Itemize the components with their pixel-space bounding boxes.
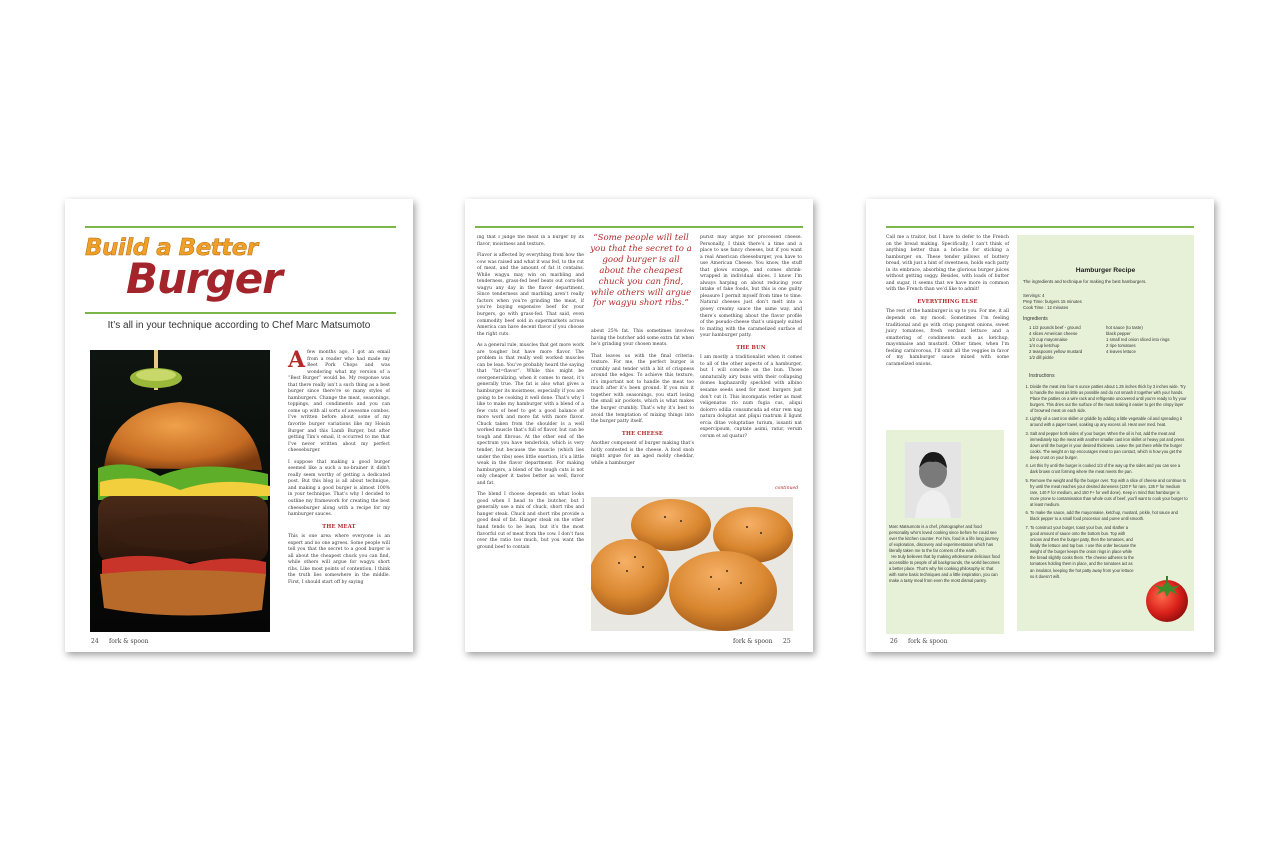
instruction-step: To make the sauce, add the mayonnaise, k… <box>1030 510 1188 522</box>
paragraph-3: This is one area where everyone is an ex… <box>288 534 390 585</box>
para: ing that I judge the meat in a burger by… <box>477 235 584 247</box>
ingredient: 4 leaves lettuce <box>1106 348 1136 354</box>
tomato-illustration <box>1146 576 1188 622</box>
column-a: Call me a traitor, but I have to defer t… <box>886 235 1009 373</box>
footer-magazine-name: fork & spoon <box>109 638 149 645</box>
footer-magazine-name: fork & spoon <box>733 638 773 645</box>
page-number: 24 <box>91 638 99 645</box>
bio-paragraph-1: Marc Matsumoto is a chef, photographer a… <box>889 524 999 553</box>
bio-text: Marc Matsumoto is a chef, photographer a… <box>889 524 1001 584</box>
green-rule-title <box>85 312 396 314</box>
drop-cap: A <box>288 347 306 373</box>
column-b: about 25% fat. This sometimes involves h… <box>591 329 694 472</box>
paragraph-2: I suppose that making a good burger seem… <box>288 459 390 518</box>
instruction-step: Remove the weight and flip the burger ov… <box>1030 478 1188 509</box>
recipe-title: Hamburger Recipe <box>1075 267 1136 274</box>
recipe-meta: Servings: 4 Prep Time: burgers 15 minute… <box>1017 284 1194 311</box>
heading-the-cheese: THE CHEESE <box>621 430 664 437</box>
green-rule-top <box>886 226 1194 228</box>
article-subtitle: It’s all in your technique according to … <box>107 320 371 331</box>
ingredients-heading: Ingredients <box>1023 316 1048 323</box>
ingredients-left: 1 1/2 pounds beef - ground 4 slices Amer… <box>1023 325 1103 361</box>
page-number: 26 <box>890 638 898 645</box>
continued-label: continued <box>775 486 799 491</box>
para: That leaves us with the final criteria: … <box>591 353 694 425</box>
column-1: Afew months ago, I got an email from a r… <box>288 347 390 592</box>
page-number: 25 <box>783 638 791 645</box>
author-bio-box: Marc Matsumoto is a chef, photographer a… <box>886 430 1004 634</box>
para: The blend I choose depends on what looks… <box>477 492 584 550</box>
para: As a general rule, muscles that get more… <box>477 343 584 486</box>
buns-photo <box>591 497 793 631</box>
green-rule-top <box>475 226 803 228</box>
ingredient: 1/2 dill pickle <box>1029 354 1054 360</box>
instruction-step: Let this fry until the burger is cooked … <box>1030 463 1188 475</box>
para: Another component of burger making that’… <box>591 441 694 466</box>
burger-photo <box>90 350 270 632</box>
ingredients-list: 1 1/2 pounds beef - ground 4 slices Amer… <box>1017 325 1194 361</box>
heading-the-meat: THE MEAT <box>322 523 356 530</box>
para: The rest of the hamburger is up to you. … <box>886 309 1009 367</box>
author-photo <box>905 442 961 518</box>
instructions-list: Divide the meat into four 6 ounce pattie… <box>1017 384 1194 580</box>
instruction-step: To construct your burger, toast your bun… <box>1030 525 1188 580</box>
pull-quote: “Some people will tell you that the secr… <box>590 233 692 309</box>
recipe-box: Hamburger Recipe The ingredients and tec… <box>1017 235 1194 631</box>
ingredients-right: hot sauce (to taste) black pepper 1 smal… <box>1106 325 1188 361</box>
heading-everything-else: EVERYTHING ELSE <box>917 298 978 305</box>
magazine-page-26: Call me a traitor, but I have to defer t… <box>866 199 1214 652</box>
magazine-page-24: Build a Better Burger It’s all in your t… <box>65 199 413 652</box>
instruction-step: Lightly oil a cast iron skillet or gridd… <box>1030 416 1188 428</box>
recipe-intro: The ingredients and technique for making… <box>1023 279 1147 284</box>
green-rule-top <box>85 226 396 228</box>
footer-magazine-name: fork & spoon <box>908 638 948 645</box>
title-line-2: Burger <box>126 254 283 303</box>
column-a: ing that I judge the meat in a burger by… <box>477 235 584 645</box>
bio-paragraph-2: He truly believes that by making wholeso… <box>889 553 1000 583</box>
instructions-heading: Instructions <box>1029 372 1055 379</box>
para: Flavor is affected by everything from ho… <box>477 253 584 337</box>
para: purist may argue for processed cheese. P… <box>700 235 802 339</box>
instruction-step: Salt and pepper both sides of your burge… <box>1030 431 1188 462</box>
instruction-step: Divide the meat into four 6 ounce pattie… <box>1030 384 1188 415</box>
para: about 25% fat. This sometimes involves h… <box>591 329 694 348</box>
magazine-page-25: ing that I judge the meat in a burger by… <box>465 199 813 652</box>
heading-the-bun: THE BUN <box>736 344 766 351</box>
para: Call me a traitor, but I have to defer t… <box>886 235 1009 293</box>
para: I am mostly a traditionalist when it com… <box>700 355 802 439</box>
column-c: purist may argue for processed cheese. P… <box>700 235 802 495</box>
